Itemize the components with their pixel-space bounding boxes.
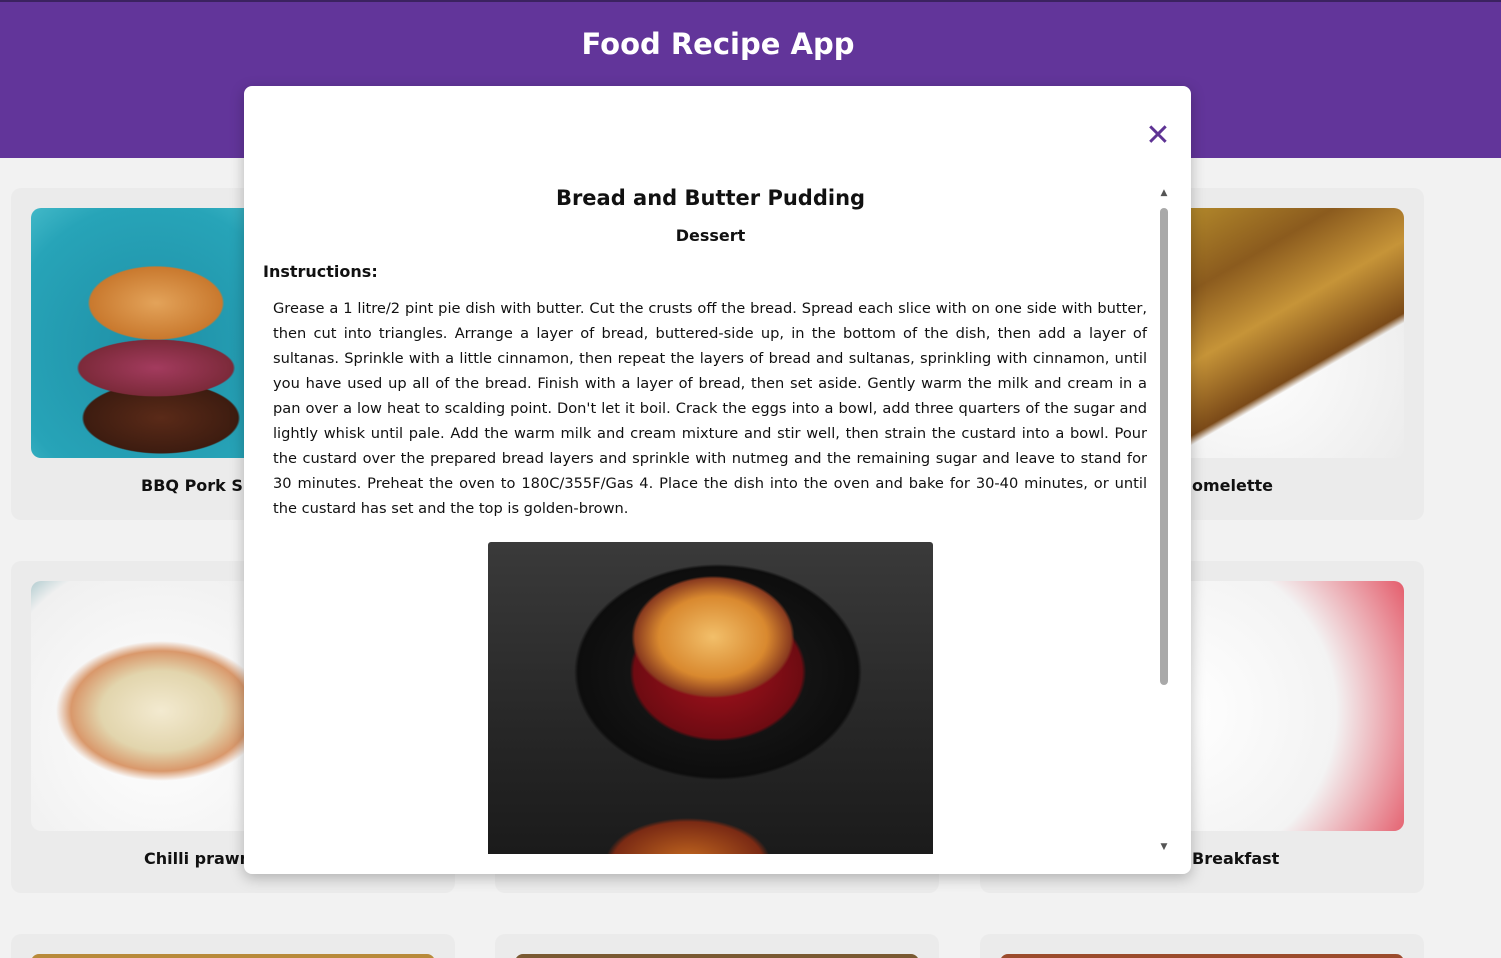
recipe-image [488, 542, 933, 854]
recipe-title: Bread and Butter Pudding [555, 186, 866, 210]
recipe-card-image [1000, 954, 1404, 958]
instructions-text: Grease a 1 litre/2 pint pie dish with bu… [273, 300, 1147, 517]
scrollbar-thumb[interactable] [1160, 208, 1168, 685]
recipe-modal: ✕ Bread and Butter Pudding Dessert Instr… [244, 86, 1191, 874]
close-icon[interactable]: ✕ [1144, 121, 1172, 151]
app-title: Food Recipe App [581, 27, 855, 61]
instructions-heading: Instructions: [263, 262, 378, 281]
recipe-category: Dessert [675, 226, 746, 245]
recipe-card[interactable] [11, 934, 455, 958]
scroll-up-icon[interactable]: ▲ [1157, 186, 1171, 200]
modal-scrollbar[interactable]: ▲ ▼ [1157, 186, 1171, 854]
recipe-details[interactable]: Bread and Butter Pudding Dessert Instruc… [244, 186, 1157, 854]
recipe-card[interactable] [495, 934, 939, 958]
recipe-card-image [31, 954, 435, 958]
recipe-card[interactable] [980, 934, 1424, 958]
recipe-card-image [515, 954, 919, 958]
scroll-down-icon[interactable]: ▼ [1157, 840, 1171, 854]
